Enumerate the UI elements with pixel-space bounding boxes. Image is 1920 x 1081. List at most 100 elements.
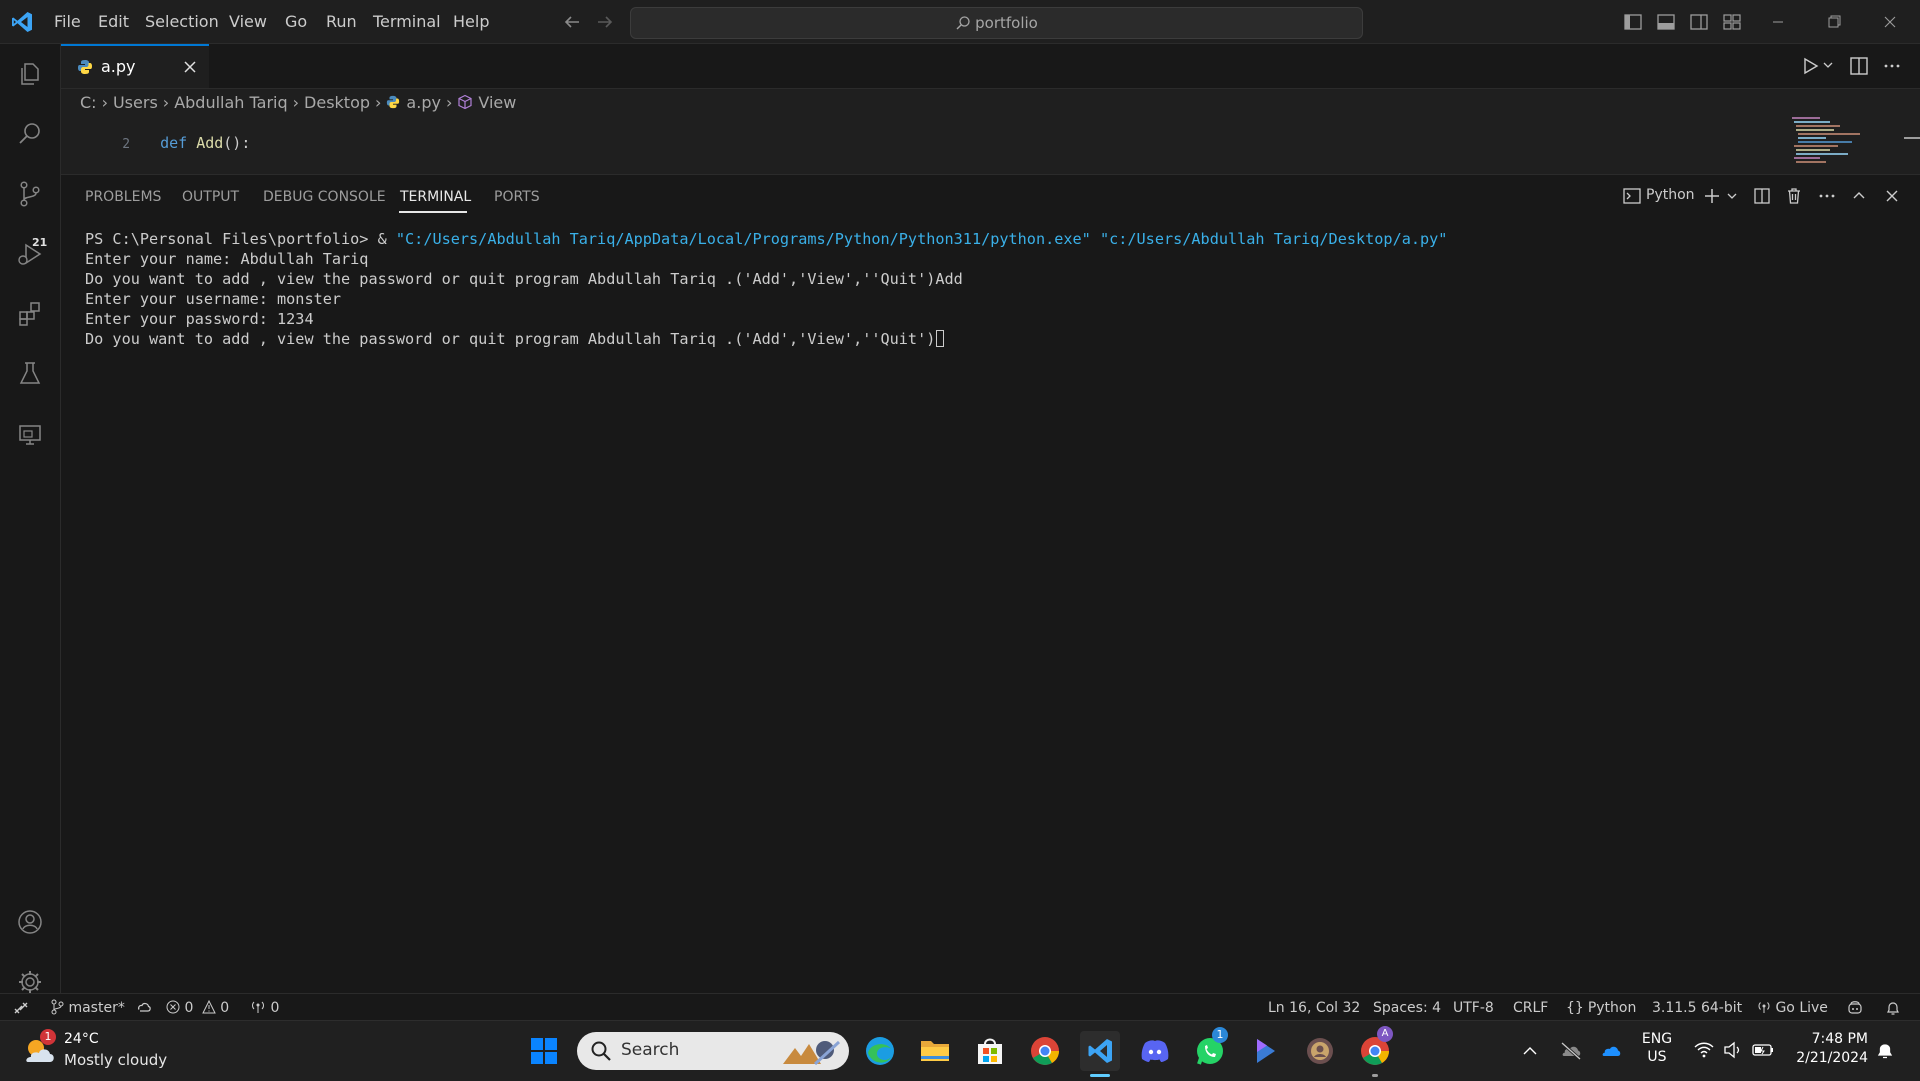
terminal-dropdown-chevron-icon[interactable] — [1721, 185, 1743, 207]
git-branch-status[interactable]: master* — [50, 998, 153, 1018]
more-actions-icon[interactable] — [1881, 55, 1903, 77]
photos-app-icon[interactable] — [1245, 1031, 1285, 1071]
python-interpreter-status[interactable]: 3.11.5 64-bit — [1652, 998, 1742, 1018]
menu-selection[interactable]: Selection — [136, 0, 228, 43]
close-window-button[interactable] — [1862, 6, 1918, 38]
source-control-icon[interactable] — [8, 172, 52, 216]
menu-run[interactable]: Run — [317, 0, 366, 43]
menu-file[interactable]: File — [45, 0, 90, 43]
menu-terminal[interactable]: Terminal — [364, 0, 450, 43]
toggle-secondary-sidebar-icon[interactable] — [1688, 11, 1710, 33]
profile-app-icon[interactable] — [1300, 1031, 1340, 1071]
cursor-position[interactable]: Ln 16, Col 32 — [1268, 998, 1360, 1018]
run-python-file-icon[interactable] — [1799, 55, 1821, 77]
tab-output[interactable]: OUTPUT — [182, 189, 239, 205]
onedrive-offline-icon[interactable] — [1559, 1039, 1583, 1061]
menu-go[interactable]: Go — [276, 0, 316, 43]
battery-icon[interactable] — [1751, 1039, 1775, 1061]
breadcrumb-user[interactable]: Abdullah Tariq — [174, 93, 287, 112]
breadcrumb-file[interactable]: a.py — [406, 93, 441, 112]
tab-a-py[interactable]: a.py — [61, 44, 209, 88]
testing-icon[interactable] — [8, 352, 52, 396]
eol-status[interactable]: CRLF — [1513, 998, 1548, 1018]
sync-cloud-icon — [138, 1002, 152, 1012]
indentation-status[interactable]: Spaces: 4 — [1373, 998, 1441, 1018]
breadcrumb-symbol[interactable]: View — [478, 93, 516, 112]
system-clock[interactable]: 7:48 PM 2/21/2024 — [1784, 1030, 1868, 1068]
explorer-icon[interactable] — [8, 52, 52, 96]
error-icon — [166, 1000, 180, 1014]
encoding-status[interactable]: UTF-8 — [1453, 998, 1494, 1018]
remote-indicator-icon[interactable] — [12, 998, 30, 1018]
forward-arrow-icon[interactable] — [593, 10, 617, 34]
tab-close-icon[interactable] — [181, 58, 199, 76]
split-editor-icon[interactable] — [1848, 55, 1870, 77]
run-dropdown-chevron-icon[interactable] — [1821, 58, 1835, 72]
accounts-icon[interactable] — [8, 900, 52, 944]
remote-explorer-icon[interactable] — [8, 412, 52, 456]
title-bar: File Edit Selection View Go Run Terminal… — [0, 0, 1920, 44]
command-center-search[interactable]: portfolio — [630, 7, 1363, 39]
language-mode-label: Python — [1587, 1000, 1637, 1016]
close-panel-icon[interactable] — [1881, 185, 1903, 207]
chevron-right-icon: › — [162, 92, 170, 112]
onedrive-cloud-icon[interactable] — [1599, 1039, 1623, 1061]
volume-speaker-icon[interactable] — [1722, 1039, 1744, 1061]
forwarded-ports-status[interactable]: 0 — [250, 998, 279, 1018]
edge-browser-icon[interactable] — [860, 1031, 900, 1071]
code-line[interactable]: 4 pwd=input("Enter your password: ") — [80, 132, 503, 150]
extensions-icon[interactable] — [8, 292, 52, 336]
toggle-primary-sidebar-icon[interactable] — [1622, 11, 1644, 33]
terminal-output-line: Do you want to add , view the password o… — [85, 270, 963, 288]
toggle-panel-icon[interactable] — [1655, 11, 1677, 33]
weather-description[interactable]: Mostly cloudy — [64, 1051, 167, 1069]
breadcrumb-drive[interactable]: C: — [80, 93, 97, 112]
menu-edit[interactable]: Edit — [89, 0, 138, 43]
wifi-icon[interactable] — [1693, 1039, 1715, 1061]
tab-debug-console[interactable]: DEBUG CONSOLE — [263, 189, 386, 205]
show-hidden-icons-chevron-icon[interactable] — [1519, 1040, 1541, 1062]
split-terminal-icon[interactable] — [1751, 185, 1773, 207]
chrome-browser-icon[interactable] — [1025, 1031, 1065, 1071]
activity-bar: 21 — [0, 44, 61, 1020]
breadcrumb-users[interactable]: Users — [113, 93, 158, 112]
run-debug-icon[interactable] — [8, 232, 52, 276]
discord-icon[interactable] — [1135, 1031, 1175, 1071]
vscode-taskbar-icon[interactable] — [1080, 1031, 1120, 1071]
tab-ports[interactable]: PORTS — [494, 189, 540, 205]
notifications-bell-icon[interactable] — [1884, 998, 1902, 1018]
file-explorer-icon[interactable] — [915, 1031, 955, 1071]
go-live-status[interactable]: Go Live — [1757, 998, 1828, 1018]
panel-more-actions-icon[interactable] — [1816, 185, 1838, 207]
taskbar-search-label: Search — [621, 1040, 680, 1060]
overview-ruler-marker — [1904, 137, 1920, 139]
microsoft-store-icon[interactable] — [970, 1031, 1010, 1071]
problems-status[interactable]: 0 0 — [166, 998, 229, 1018]
notification-center-bell-icon[interactable] — [1874, 1040, 1896, 1062]
customize-layout-icon[interactable] — [1721, 11, 1743, 33]
weather-temperature[interactable]: 24°C — [64, 1031, 99, 1047]
tab-problems[interactable]: PROBLEMS — [85, 189, 161, 205]
search-icon[interactable] — [8, 112, 52, 156]
maximize-panel-chevron-up-icon[interactable] — [1848, 185, 1870, 207]
language-mode-status[interactable]: {} Python — [1566, 998, 1636, 1018]
menu-view[interactable]: View — [220, 0, 276, 43]
minimap[interactable] — [1790, 116, 1870, 170]
windows-taskbar: 1 24°C Mostly cloudy Search 1 A ENG US 7… — [0, 1020, 1920, 1081]
terminal-input-line[interactable]: Do you want to add , view the password o… — [85, 330, 945, 350]
input-language-indicator[interactable]: ENG US — [1641, 1030, 1673, 1066]
terminal-output-line: Enter your username: monster — [85, 290, 342, 308]
back-arrow-icon[interactable] — [560, 10, 584, 34]
copilot-icon[interactable] — [1846, 998, 1864, 1018]
restore-button[interactable] — [1806, 6, 1862, 38]
kill-terminal-trash-icon[interactable] — [1783, 185, 1805, 207]
breadcrumb-desktop[interactable]: Desktop — [304, 93, 370, 112]
menu-help[interactable]: Help — [444, 0, 498, 43]
code-line[interactable]: 5 with open("password.txt","a") as f: — [80, 155, 512, 173]
new-terminal-plus-icon[interactable] — [1701, 185, 1723, 207]
terminal-instance-label[interactable]: Python — [1646, 187, 1695, 203]
tab-terminal[interactable]: TERMINAL — [400, 189, 471, 205]
taskbar-search-box[interactable]: Search — [577, 1032, 849, 1070]
windows-start-icon[interactable] — [524, 1031, 564, 1071]
minimize-button[interactable] — [1750, 6, 1806, 38]
